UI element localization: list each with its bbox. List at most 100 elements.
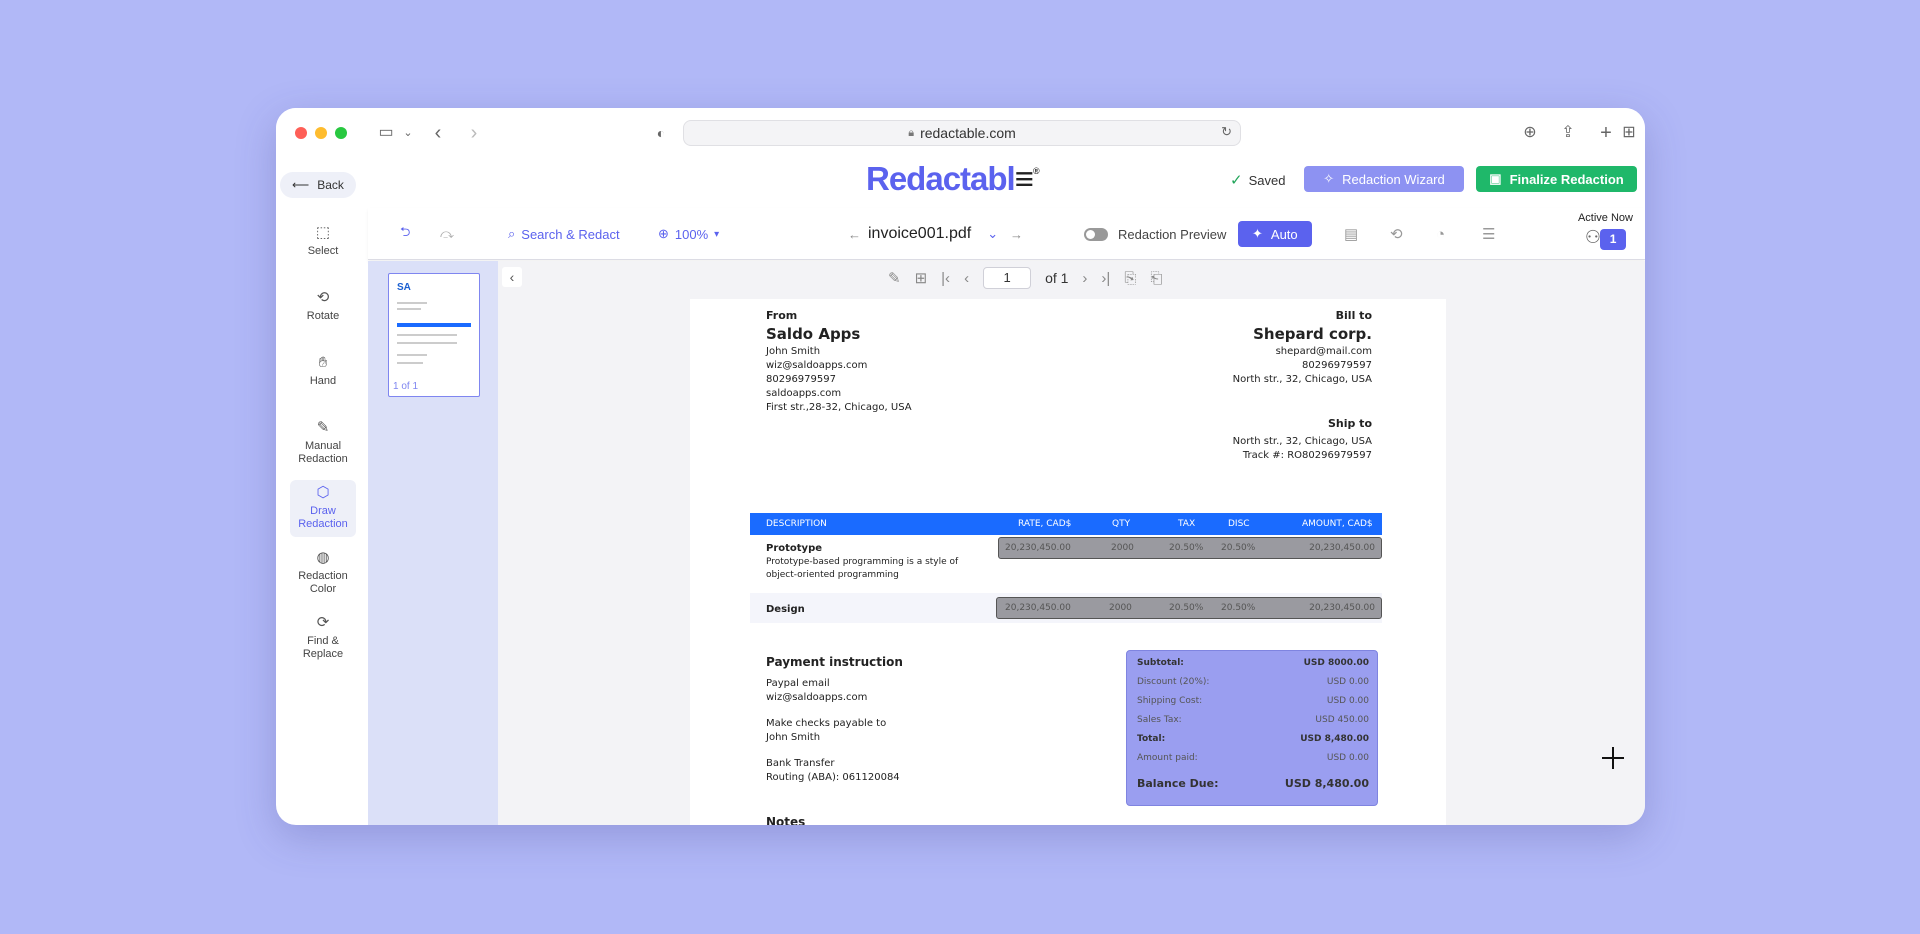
sparkle-icon: ✦ bbox=[1252, 226, 1263, 241]
redacted-rate: 20,230,450.00 bbox=[1005, 603, 1071, 613]
forward-arrow-icon[interactable]: › bbox=[462, 121, 486, 145]
thumbnail-line bbox=[397, 302, 427, 304]
zoom-window-button[interactable] bbox=[335, 127, 347, 139]
bill-line: shepard@mail.com bbox=[1275, 346, 1372, 357]
redaction-box[interactable]: 20,230,450.00 2000 20.50% 20.50% 20,230,… bbox=[996, 597, 1382, 619]
auto-button-body[interactable]: ✦ Auto bbox=[1238, 221, 1312, 247]
tool-find-replace[interactable]: ⟳ Find & Replace bbox=[290, 610, 356, 661]
replace-page-icon[interactable]: ⎗ bbox=[1150, 270, 1162, 287]
thumbnail-logo: SA bbox=[397, 282, 411, 293]
from-line: wiz@saldoapps.com bbox=[766, 360, 868, 371]
zoom-control[interactable]: ⊕ 100% ▾ bbox=[658, 208, 719, 260]
file-selector[interactable]: invoice001.pdf ⌄ bbox=[868, 208, 998, 260]
shield-icon[interactable]: ◐ bbox=[649, 121, 673, 145]
back-arrow-icon[interactable]: ‹ bbox=[426, 121, 450, 145]
row-description: Design bbox=[766, 604, 805, 615]
from-line: 80296979597 bbox=[766, 374, 836, 385]
from-line: First str.,28-32, Chicago, USA bbox=[766, 402, 912, 413]
history-button[interactable]: ⟲ bbox=[1390, 208, 1403, 260]
redacted-tax: 20.50% bbox=[1169, 603, 1204, 613]
chevron-down-icon[interactable]: ⌄ bbox=[396, 121, 420, 145]
list-button[interactable]: ☰ bbox=[1482, 208, 1495, 260]
next-file-button[interactable]: → bbox=[1010, 208, 1023, 260]
arrow-left-icon: ⟵ bbox=[292, 178, 310, 192]
sidebar-toggle-icon[interactable]: ▭ bbox=[374, 121, 398, 145]
chevron-down-icon: ⌄ bbox=[987, 226, 999, 241]
column-header: RATE, CAD$ bbox=[1018, 519, 1072, 529]
tool-label: Redaction Color bbox=[298, 570, 348, 595]
address-bar[interactable]: 🔒︎ redactable.com ↻ bbox=[683, 120, 1241, 146]
logo-bars-icon: ≡ bbox=[1014, 160, 1034, 197]
totals-value: USD 8000.00 bbox=[1303, 658, 1369, 668]
layout-button[interactable]: ▤ bbox=[1344, 208, 1358, 260]
reload-icon[interactable]: ↻ bbox=[1221, 124, 1232, 140]
extract-page-icon[interactable]: ⎘ bbox=[1124, 270, 1136, 287]
bill-company: Shepard corp. bbox=[1253, 325, 1372, 343]
active-now: Active Now ⚇ 1 bbox=[1578, 212, 1633, 250]
undo-button[interactable]: ⮌ bbox=[400, 208, 410, 260]
payment-line: Routing (ABA): 061120084 bbox=[766, 772, 900, 783]
minimize-window-button[interactable] bbox=[315, 127, 327, 139]
close-window-button[interactable] bbox=[295, 127, 307, 139]
arrow-right-icon: → bbox=[1010, 226, 1023, 242]
totals-label: Subtotal: bbox=[1137, 658, 1184, 668]
edit-icon[interactable]: ✎ bbox=[888, 269, 901, 287]
undo-icon: ⮌ bbox=[400, 224, 411, 239]
thumbnail-preview: SA bbox=[393, 278, 475, 374]
lock-icon: 🔒︎ bbox=[908, 126, 915, 139]
redacted-disc: 20.50% bbox=[1221, 543, 1256, 553]
insert-page-icon[interactable]: ⊞ bbox=[915, 269, 928, 287]
first-page-icon[interactable]: |‹ bbox=[941, 270, 950, 287]
redaction-preview-toggle[interactable]: Redaction Preview bbox=[1084, 208, 1226, 260]
new-tab-icon[interactable]: + bbox=[1594, 121, 1618, 145]
tool-label: Draw Redaction bbox=[298, 505, 348, 530]
list-icon: ☰ bbox=[1482, 226, 1496, 243]
cube-icon: ⬡ bbox=[316, 484, 330, 501]
download-icon[interactable]: ⊕ bbox=[1518, 121, 1542, 145]
share-icon[interactable]: ⇪ bbox=[1556, 121, 1580, 145]
browser-window: ▭ ⌄ ‹ › ◐ 🔒︎ redactable.com ↻ ⊕ ⇪ + ⊞ ⟵ … bbox=[276, 108, 1645, 825]
tool-manual-redaction[interactable]: ✎ Manual Redaction bbox=[290, 415, 356, 466]
redo-button[interactable]: ⤼ bbox=[440, 208, 454, 260]
search-redact-button[interactable]: ⌕ Search & Redact bbox=[508, 208, 620, 260]
document-viewer[interactable]: ‹ ✎ ⊞ |‹ ‹ 1 of 1 › ›| ⎘ ⎗ From Saldo Ap… bbox=[498, 261, 1645, 825]
search-icon: ⌕ bbox=[508, 226, 516, 241]
page-thumbnail[interactable]: SA 1 of 1 bbox=[388, 273, 480, 397]
finalize-label: Finalize Redaction bbox=[1509, 171, 1624, 187]
finalize-redaction-button[interactable]: ▣ Finalize Redaction bbox=[1476, 166, 1637, 192]
redaction-wizard-button[interactable]: ✧ Redaction Wizard bbox=[1304, 166, 1464, 192]
tool-hand[interactable]: ✋︎ Hand bbox=[290, 350, 356, 388]
from-line: John Smith bbox=[766, 346, 821, 357]
auto-redact-button[interactable]: ✦ Auto bbox=[1238, 208, 1312, 260]
back-button[interactable]: ⟵ Back bbox=[280, 172, 356, 198]
active-count-badge[interactable]: 1 bbox=[1600, 229, 1627, 250]
thumbnail-panel: SA 1 of 1 bbox=[368, 261, 498, 825]
zoom-icon: ⊕ bbox=[658, 226, 669, 241]
toggle-switch[interactable] bbox=[1084, 227, 1108, 241]
redaction-box[interactable]: 20,230,450.00 2000 20.50% 20.50% 20,230,… bbox=[998, 537, 1382, 559]
collapse-panel-button[interactable]: ‹ bbox=[502, 267, 522, 287]
balance-row: Balance Due: USD 8,480.00 bbox=[1137, 777, 1369, 790]
tool-redaction-color[interactable]: ◍ Redaction Color bbox=[290, 545, 356, 596]
page-count: of 1 bbox=[1045, 270, 1069, 286]
next-page-icon[interactable]: › bbox=[1082, 270, 1087, 287]
invoice-page[interactable]: From Saldo Apps John Smith wiz@saldoapps… bbox=[690, 299, 1446, 825]
tool-draw-redaction[interactable]: ⬡ Draw Redaction bbox=[290, 480, 356, 537]
column-header: TAX bbox=[1178, 519, 1196, 529]
totals-row: Discount (20%): USD 0.00 bbox=[1137, 677, 1369, 687]
tool-rotate[interactable]: ⟲ Rotate bbox=[290, 285, 356, 323]
comments-button[interactable]: ◔ bbox=[1436, 208, 1445, 260]
row-note: Prototype-based programming is a style o… bbox=[766, 557, 959, 580]
totals-row: Sales Tax: USD 450.00 bbox=[1137, 715, 1369, 725]
totals-value: USD 0.00 bbox=[1326, 677, 1369, 687]
tab-overview-icon[interactable]: ⊞ bbox=[1617, 121, 1641, 145]
tool-select[interactable]: ⬚ Select bbox=[290, 220, 356, 258]
page-number-input[interactable]: 1 bbox=[983, 267, 1032, 289]
prev-page-icon[interactable]: ‹ bbox=[964, 270, 969, 287]
logo-text: Redactabl bbox=[866, 160, 1016, 197]
redo-icon: ⤼ bbox=[440, 226, 454, 241]
totals-row: Shipping Cost: USD 0.00 bbox=[1137, 696, 1369, 706]
prev-file-button[interactable]: ← bbox=[848, 208, 861, 260]
totals-redaction-box[interactable]: Subtotal: USD 8000.00 Discount (20%): US… bbox=[1126, 650, 1378, 806]
last-page-icon[interactable]: ›| bbox=[1101, 270, 1110, 287]
